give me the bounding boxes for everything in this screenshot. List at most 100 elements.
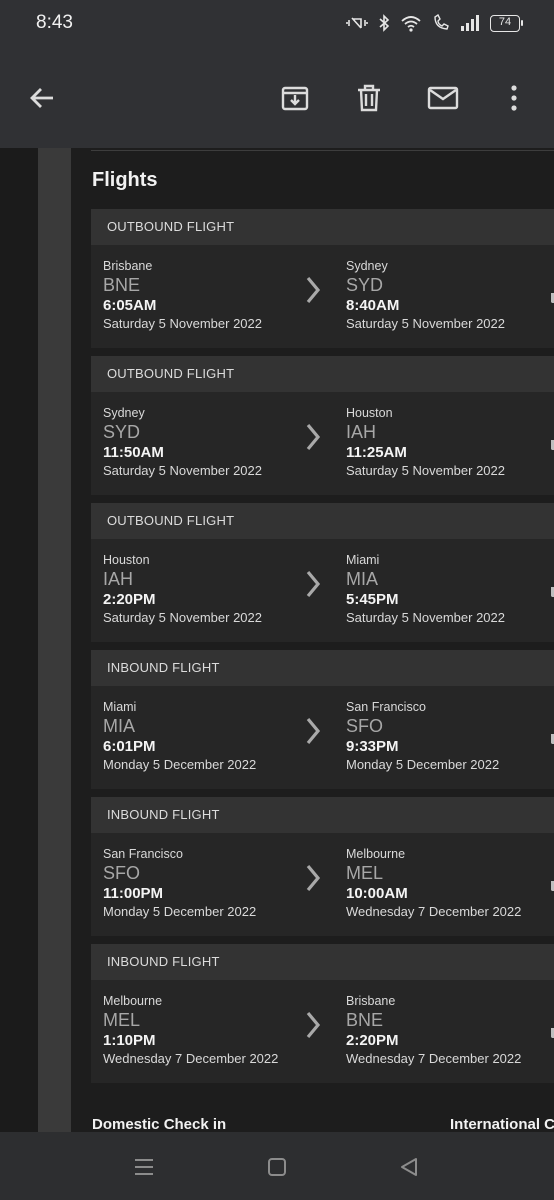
arrival-city: Melbourne — [346, 847, 406, 861]
more-options-button[interactable] — [494, 78, 534, 118]
departure-code: SFO — [103, 863, 141, 883]
departure-code: BNE — [103, 275, 141, 295]
flight-direction-label: OUTBOUND FLIGHT — [91, 209, 554, 245]
arrival-time: 9:33PM — [346, 738, 399, 755]
email-toolbar — [0, 50, 554, 148]
departure-time: 6:05AM — [103, 297, 157, 314]
arrival-date: Wednesday 7 December 2022 — [346, 1051, 522, 1066]
departure-city: Brisbane — [103, 259, 153, 273]
back-triangle-icon — [401, 1158, 417, 1176]
departure: Brisbane BNE 6:05AM Saturday 5 November … — [103, 259, 262, 331]
departure: Melbourne MEL 1:10PM Wednesday 7 Decembe… — [103, 994, 278, 1066]
arrival-time: 10:00AM — [346, 885, 408, 902]
delete-button[interactable] — [349, 78, 389, 118]
departure-time: 1:10PM — [103, 1032, 156, 1049]
flight-card: OUTBOUND FLIGHT Brisbane BNE 6:05AM Satu… — [91, 209, 554, 348]
flight-direction-label: OUTBOUND FLIGHT — [91, 503, 554, 539]
flight-direction-label: OUTBOUND FLIGHT — [91, 356, 554, 392]
departure-code: IAH — [103, 569, 134, 589]
back-nav-button[interactable] — [396, 1154, 422, 1180]
departure-date: Saturday 5 November 2022 — [103, 316, 262, 331]
battery-icon: 74 — [490, 14, 523, 32]
international-checkin-heading: International C — [450, 1116, 554, 1132]
arrival-date: Wednesday 7 December 2022 — [346, 904, 522, 919]
flight-card: OUTBOUND FLIGHT Houston IAH 2:20PM Satur… — [91, 503, 554, 642]
arrival-city: Sydney — [346, 259, 388, 273]
departure: Houston IAH 2:20PM Saturday 5 November 2… — [103, 553, 262, 625]
wifi-calling-icon — [434, 14, 449, 30]
flight-direction-label: INBOUND FLIGHT — [91, 650, 554, 686]
departure: Miami MIA 6:01PM Monday 5 December 2022 — [103, 700, 256, 772]
mark-unread-button[interactable] — [423, 78, 463, 118]
back-button[interactable] — [22, 78, 62, 118]
departure-code: MEL — [103, 1010, 141, 1030]
arrival-code: SYD — [346, 275, 384, 295]
chevron-right-icon — [306, 423, 321, 451]
chevron-right-icon — [306, 717, 321, 745]
trash-icon — [358, 84, 380, 112]
arrival-code: MEL — [346, 863, 384, 883]
departure-code: SYD — [103, 422, 141, 442]
arrival-code: SFO — [346, 716, 384, 736]
departure-date: Saturday 5 November 2022 — [103, 463, 262, 478]
status-icons: 74 — [346, 14, 523, 32]
mail-icon — [427, 86, 459, 110]
arrival: Houston IAH 11:25AM Saturday 5 November … — [346, 406, 505, 478]
vibrate-off-icon — [346, 17, 368, 29]
section-title: Flights — [92, 169, 158, 191]
arrival-date: Saturday 5 November 2022 — [346, 316, 505, 331]
home-button[interactable] — [264, 1154, 290, 1180]
flight-card: INBOUND FLIGHT Miami MIA 6:01PM Monday 5… — [91, 650, 554, 789]
departure-city: San Francisco — [103, 847, 183, 861]
archive-icon — [281, 86, 309, 111]
arrival-date: Monday 5 December 2022 — [346, 757, 500, 772]
arrival-code: MIA — [346, 569, 379, 589]
flight-card: OUTBOUND FLIGHT Sydney SYD 11:50AM Satur… — [91, 356, 554, 495]
archive-button[interactable] — [275, 78, 315, 118]
departure-time: 2:20PM — [103, 591, 156, 608]
departure-date: Monday 5 December 2022 — [103, 757, 257, 772]
departure-date: Saturday 5 November 2022 — [103, 610, 262, 625]
arrival-code: IAH — [346, 422, 377, 442]
arrival-time: 11:25AM — [346, 444, 407, 461]
arrival-time: 5:45PM — [346, 591, 399, 608]
departure-city: Sydney — [103, 406, 145, 420]
wifi-icon — [401, 16, 421, 32]
departure-date: Monday 5 December 2022 — [103, 904, 257, 919]
flight-card: INBOUND FLIGHT Melbourne MEL 1:10PM Wedn… — [91, 944, 554, 1083]
arrival: Sydney SYD 8:40AM Saturday 5 November 20… — [346, 259, 505, 331]
arrival-city: San Francisco — [346, 700, 426, 714]
departure-date: Wednesday 7 December 2022 — [103, 1051, 279, 1066]
flight-card: INBOUND FLIGHT San Francisco SFO 11:00PM… — [91, 797, 554, 936]
recent-apps-button[interactable] — [131, 1154, 157, 1180]
arrival-time: 8:40AM — [346, 297, 400, 314]
arrival-time: 2:20PM — [346, 1032, 399, 1049]
email-content-panel: Flights OUTBOUND FLIGHT Brisbane BNE 6:0… — [71, 148, 554, 1132]
signal-icon — [461, 15, 479, 31]
arrival: Melbourne MEL 10:00AM Wednesday 7 Decemb… — [346, 847, 521, 919]
arrival: San Francisco SFO 9:33PM Monday 5 Decemb… — [346, 700, 499, 772]
departure-city: Melbourne — [103, 994, 163, 1008]
departure-time: 11:00PM — [103, 885, 164, 902]
chevron-right-icon — [306, 864, 321, 892]
system-navigation-bar — [0, 1132, 554, 1200]
status-bar: 8:43 74 — [0, 0, 554, 50]
departure-city: Houston — [103, 553, 150, 567]
email-body[interactable]: Flights OUTBOUND FLIGHT Brisbane BNE 6:0… — [0, 148, 554, 1132]
home-square-icon — [268, 1158, 286, 1176]
arrival-city: Houston — [346, 406, 393, 420]
departure: San Francisco SFO 11:00PM Monday 5 Decem… — [103, 847, 256, 919]
domestic-checkin-heading: Domestic Check in — [92, 1116, 227, 1132]
bluetooth-icon — [379, 14, 390, 32]
flight-direction-label: INBOUND FLIGHT — [91, 944, 554, 980]
departure: Sydney SYD 11:50AM Saturday 5 November 2… — [103, 406, 262, 478]
arrow-back-icon — [30, 88, 53, 108]
arrival-city: Brisbane — [346, 994, 396, 1008]
departure-code: MIA — [103, 716, 136, 736]
chevron-right-icon — [306, 570, 321, 598]
departure-time: 6:01PM — [103, 738, 156, 755]
arrival-code: BNE — [346, 1010, 384, 1030]
arrival-city: Miami — [346, 553, 380, 567]
arrival-date: Saturday 5 November 2022 — [346, 610, 505, 625]
chevron-right-icon — [306, 1011, 321, 1039]
